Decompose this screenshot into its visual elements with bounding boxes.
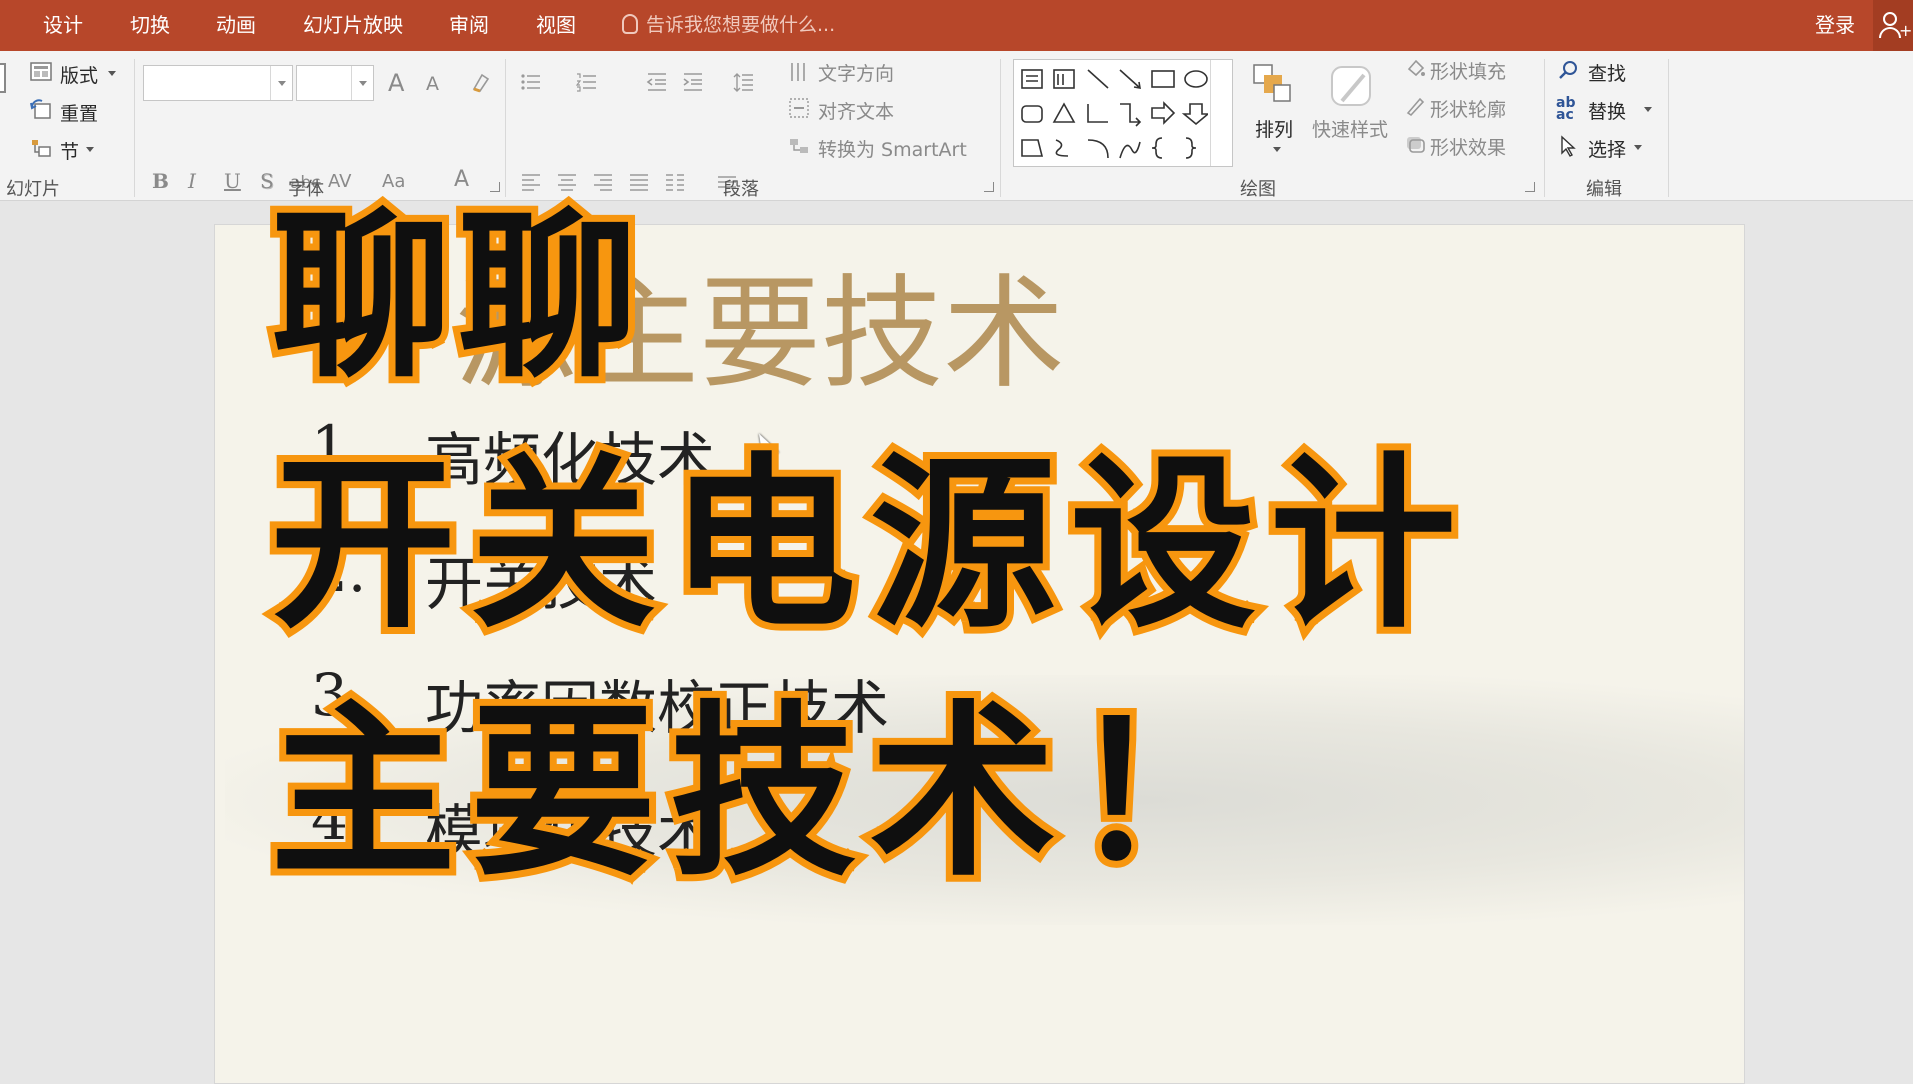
group-label-slides: 幻灯片 — [6, 179, 60, 200]
drawing-dialog-launcher-icon[interactable] — [1525, 182, 1535, 192]
arrange-icon — [1253, 64, 1291, 102]
grow-font-button[interactable]: A — [388, 69, 404, 97]
shapes-scroll[interactable] — [1210, 60, 1232, 166]
plus-icon: + — [1899, 21, 1913, 40]
numbering-icon[interactable] — [576, 71, 598, 93]
login-link[interactable]: 登录 — [1815, 0, 1855, 51]
chevron-down-icon[interactable] — [351, 66, 373, 100]
replace-dropdown-arrow[interactable] — [1644, 107, 1652, 116]
user-head-icon — [1883, 12, 1897, 26]
caption-line-3: 主要技术！ — [263, 684, 1271, 901]
align-right-icon[interactable] — [592, 171, 614, 193]
arrange-button[interactable]: 排列 — [1255, 115, 1293, 142]
pen-icon[interactable] — [1404, 95, 1426, 117]
shape-fill-button[interactable]: 形状填充 — [1430, 57, 1506, 84]
bullets-icon[interactable] — [520, 71, 542, 93]
shape-outline-button[interactable]: 形状轮廓 — [1430, 95, 1506, 122]
justify-icon[interactable] — [628, 171, 650, 193]
tab-animations[interactable]: 动画 — [216, 0, 256, 51]
shrink-font-button[interactable]: A — [426, 73, 439, 95]
replace-button[interactable]: 替换 — [1588, 97, 1626, 124]
group-label-editing: 编辑 — [1586, 179, 1622, 200]
text-direction-button[interactable]: 文字方向 — [818, 59, 894, 86]
shadow-button[interactable]: S — [260, 169, 274, 193]
layout-button[interactable]: 版式 — [60, 61, 98, 88]
share-user-button[interactable]: + — [1873, 0, 1913, 51]
text-direction-icon[interactable] — [788, 61, 810, 83]
change-case-button[interactable]: Aa — [382, 171, 405, 192]
underline-button[interactable]: U — [224, 169, 241, 193]
ribbon-tab-bar: 设计 切换 动画 幻灯片放映 审阅 视图 告诉我您想要做什么... 登录 + — [0, 0, 1913, 51]
shape-effects-icon[interactable] — [1404, 133, 1426, 155]
chevron-down-icon[interactable] — [270, 66, 292, 100]
group-label-drawing: 绘图 — [1240, 179, 1276, 200]
paragraph-dialog-launcher-icon[interactable] — [984, 182, 994, 192]
divider — [1668, 59, 1669, 197]
align-left-icon[interactable] — [520, 171, 542, 193]
ribbon: 版式 重置 节 幻灯片 A A B I U S abc AV Aa A 字体 文… — [0, 51, 1913, 201]
tell-me-text: 告诉我您想要做什么... — [646, 14, 836, 36]
caption-line-1: 聊聊 — [265, 193, 645, 402]
select-button[interactable]: 选择 — [1588, 135, 1626, 162]
paint-bucket-icon[interactable] — [1404, 57, 1426, 79]
tell-me-box[interactable]: 告诉我您想要做什么... — [622, 0, 835, 51]
align-center-icon[interactable] — [556, 171, 578, 193]
section-button[interactable]: 节 — [60, 137, 79, 164]
tab-review[interactable]: 审阅 — [449, 0, 489, 51]
select-dropdown-arrow[interactable] — [1634, 145, 1642, 154]
increase-indent-icon[interactable] — [682, 71, 704, 93]
reset-icon — [30, 99, 51, 119]
divider — [1000, 59, 1001, 197]
search-icon — [1559, 61, 1577, 79]
char-spacing-button[interactable]: AV — [328, 171, 351, 192]
tab-slideshow[interactable]: 幻灯片放映 — [303, 0, 403, 51]
columns-icon[interactable] — [664, 171, 686, 193]
tab-transitions[interactable]: 切换 — [130, 0, 170, 51]
shape-effects-button[interactable]: 形状效果 — [1430, 133, 1506, 160]
find-button[interactable]: 查找 — [1588, 59, 1626, 86]
bold-button[interactable]: B — [152, 169, 169, 193]
clear-format-icon[interactable] — [470, 71, 492, 93]
font-size-combo[interactable] — [296, 65, 374, 101]
tab-design[interactable]: 设计 — [43, 0, 83, 51]
layout-dropdown-arrow[interactable] — [108, 71, 116, 80]
decrease-indent-icon[interactable] — [646, 71, 668, 93]
line-spacing-icon[interactable] — [733, 71, 755, 93]
group-label-paragraph: 段落 — [723, 179, 759, 200]
arrange-dropdown-arrow[interactable] — [1273, 147, 1281, 156]
quick-styles-icon — [1331, 66, 1371, 106]
caption-line-2: 开关电源设计 — [263, 436, 1471, 653]
user-body-icon — [1879, 27, 1901, 38]
italic-button[interactable]: I — [188, 169, 196, 193]
section-dropdown-arrow[interactable] — [86, 147, 94, 156]
layout-icon — [30, 62, 52, 81]
tab-view[interactable]: 视图 — [536, 0, 576, 51]
section-icon — [32, 140, 51, 157]
font-dialog-launcher-icon[interactable] — [490, 182, 500, 192]
convert-smartart-button[interactable]: 转换为 SmartArt — [818, 135, 967, 162]
font-color-button[interactable]: A — [454, 167, 469, 192]
divider — [505, 59, 506, 197]
shapes-gallery[interactable] — [1013, 59, 1233, 167]
divider — [1544, 59, 1545, 197]
lightbulb-icon — [622, 14, 638, 34]
replace-icon: ab ac — [1556, 95, 1576, 123]
reset-button[interactable]: 重置 — [60, 99, 98, 126]
shapes-gallery-icons — [1021, 69, 1208, 159]
font-name-combo[interactable] — [143, 65, 293, 101]
align-text-button[interactable]: 对齐文本 — [818, 97, 894, 124]
align-text-icon[interactable] — [788, 97, 810, 119]
smartart-icon[interactable] — [788, 135, 810, 157]
divider — [134, 59, 135, 197]
new-slide-icon[interactable] — [0, 63, 6, 93]
select-pointer-icon — [1561, 135, 1576, 157]
quick-styles-button[interactable]: 快速样式 — [1312, 115, 1388, 142]
